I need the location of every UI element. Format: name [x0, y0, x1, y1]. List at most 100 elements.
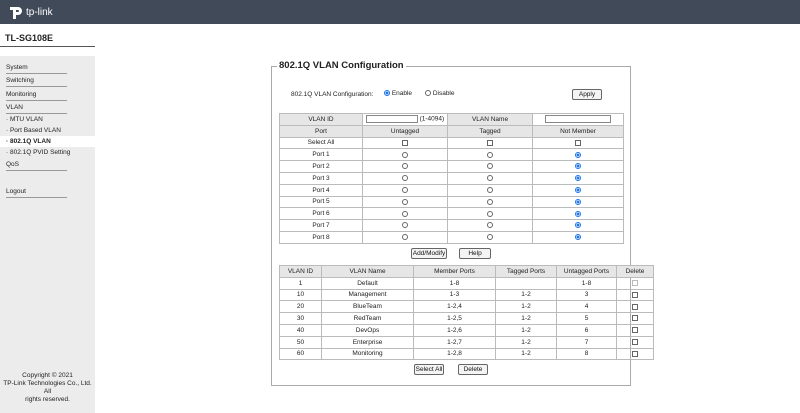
- port-not-member-radio[interactable]: [575, 175, 581, 182]
- enable-radio[interactable]: [384, 90, 390, 97]
- model-name: TL-SG108E: [5, 33, 54, 43]
- port-row: Port 4: [279, 183, 624, 197]
- port-untagged-radio[interactable]: [402, 151, 408, 158]
- sidebar-item-mtu-vlan[interactable]: · MTU VLAN: [6, 116, 43, 123]
- vlan-id-cell: 30: [279, 312, 322, 325]
- delete-checkbox: [632, 279, 638, 286]
- port-label: Port 1: [279, 148, 363, 162]
- delete-checkbox[interactable]: [632, 350, 638, 357]
- sidebar-item-system[interactable]: System: [6, 64, 28, 71]
- vlan-name-input[interactable]: [545, 115, 611, 124]
- copyright-line: Copyright © 2021: [22, 372, 73, 379]
- sidebar-item-logout[interactable]: Logout: [6, 188, 26, 195]
- not-member-header: Not Member: [532, 124, 624, 138]
- vlan-id-cell: 1: [279, 276, 322, 290]
- untagged-ports-cell: 8: [556, 347, 617, 361]
- apply-button[interactable]: Apply: [572, 89, 602, 100]
- sidebar-divider: [6, 100, 67, 101]
- delete-checkbox[interactable]: [632, 303, 638, 310]
- port-not-member-radio[interactable]: [575, 222, 581, 229]
- sidebar-item-8021q-pvid-setting[interactable]: · 802.1Q PVID Setting: [6, 149, 70, 156]
- vlan-name-cell: Default: [321, 276, 414, 290]
- add-modify-button[interactable]: Add/Modify: [411, 248, 447, 259]
- port-label: Port 5: [279, 195, 363, 209]
- select-all-untagged-checkbox[interactable]: [402, 139, 408, 146]
- port-tagged-radio[interactable]: [487, 234, 493, 241]
- untagged-ports-cell: 3: [556, 288, 617, 302]
- port-tagged-radio[interactable]: [487, 186, 493, 193]
- panel-title: 802.1Q VLAN Configuration: [277, 60, 406, 71]
- table-row: 50 Enterprise 1-2,7 1-2 7: [279, 335, 654, 349]
- port-tagged-radio[interactable]: [487, 151, 493, 158]
- vlan-id-cell: 10: [279, 288, 322, 302]
- select-all-button[interactable]: Select All: [414, 364, 444, 375]
- sidebar-divider: [6, 170, 67, 171]
- port-untagged-radio[interactable]: [402, 163, 408, 170]
- untagged-ports-cell: 4: [556, 300, 617, 314]
- sidebar-item-monitoring[interactable]: Monitoring: [6, 91, 36, 98]
- port-not-member-radio[interactable]: [575, 210, 581, 217]
- disable-radio[interactable]: [425, 90, 431, 97]
- delete-checkbox[interactable]: [632, 315, 638, 322]
- port-not-member-radio[interactable]: [575, 234, 581, 241]
- vlan-list-table: VLAN ID VLAN Name Member Ports Tagged Po…: [279, 265, 654, 361]
- port-untagged-radio[interactable]: [402, 234, 408, 241]
- port-row: Port 6: [279, 207, 624, 221]
- copyright-line: TP-Link Technologies Co., Ltd. All: [3, 380, 92, 395]
- disable-option[interactable]: Disable: [425, 90, 455, 97]
- port-row: Port 5: [279, 195, 624, 209]
- tagged-ports-cell: 1-2: [495, 335, 557, 349]
- port-not-member-radio[interactable]: [575, 198, 581, 205]
- tagged-ports-cell: 1-2: [495, 288, 557, 302]
- vlan-id-input[interactable]: [365, 115, 418, 124]
- port-not-member-radio[interactable]: [575, 163, 581, 170]
- col-untagged-ports: Untagged Ports: [556, 265, 617, 278]
- vlan-name-cell: [532, 113, 624, 126]
- delete-button[interactable]: Delete: [458, 364, 488, 375]
- select-all-tagged-checkbox[interactable]: [487, 139, 493, 146]
- help-button[interactable]: Help: [459, 248, 491, 259]
- delete-checkbox[interactable]: [632, 291, 638, 298]
- port-label: Port 3: [279, 171, 363, 185]
- vlan-name-cell: RedTeam: [321, 312, 414, 325]
- vlan-id-cell: 40: [279, 323, 322, 337]
- table-row: 10 Management 1-3 1-2 3: [279, 288, 654, 302]
- port-tagged-radio[interactable]: [487, 198, 493, 205]
- port-tagged-radio[interactable]: [487, 210, 493, 217]
- enable-option[interactable]: Enable: [384, 90, 412, 97]
- port-not-member-radio[interactable]: [575, 186, 581, 193]
- vlan-name-cell: DevOps: [321, 323, 414, 337]
- vlan-id-cell: (1-4094): [362, 113, 448, 126]
- vlan-name-cell: Monitoring: [321, 347, 414, 361]
- copyright-line: rights reserved.: [25, 396, 70, 403]
- port-untagged-radio[interactable]: [402, 186, 408, 193]
- vlan-name-cell: Management: [321, 288, 414, 302]
- port-tagged-radio[interactable]: [487, 175, 493, 182]
- col-vlan-id: VLAN ID: [279, 265, 322, 278]
- sidebar-item-port-based-vlan[interactable]: · Port Based VLAN: [6, 127, 61, 134]
- sidebar-item-8021q-vlan[interactable]: · 802.1Q VLAN: [6, 138, 51, 145]
- port-untagged-radio[interactable]: [402, 210, 408, 217]
- port-untagged-radio[interactable]: [402, 198, 408, 205]
- delete-checkbox[interactable]: [632, 327, 638, 334]
- sidebar-item-vlan[interactable]: VLAN: [6, 104, 23, 111]
- copyright-text: Copyright © 2021 TP-Link Technologies Co…: [0, 372, 95, 404]
- tagged-ports-cell: [495, 276, 557, 290]
- member-ports-cell: 1-2,7: [413, 335, 496, 349]
- sidebar-item-switching[interactable]: Switching: [6, 77, 34, 84]
- col-vlan-name: VLAN Name: [321, 265, 414, 278]
- port-untagged-radio[interactable]: [402, 175, 408, 182]
- untagged-ports-cell: 7: [556, 335, 617, 349]
- sidebar-item-qos[interactable]: QoS: [6, 161, 19, 168]
- untagged-ports-cell: 6: [556, 323, 617, 337]
- sidebar-divider: [6, 197, 67, 198]
- tagged-header: Tagged: [447, 124, 533, 138]
- tagged-ports-cell: 1-2: [495, 300, 557, 314]
- delete-checkbox[interactable]: [632, 338, 638, 345]
- port-header: Port: [279, 124, 363, 138]
- port-not-member-radio[interactable]: [575, 151, 581, 158]
- port-tagged-radio[interactable]: [487, 163, 493, 170]
- port-tagged-radio[interactable]: [487, 222, 493, 229]
- port-untagged-radio[interactable]: [402, 222, 408, 229]
- select-all-not-member-checkbox[interactable]: [575, 139, 581, 146]
